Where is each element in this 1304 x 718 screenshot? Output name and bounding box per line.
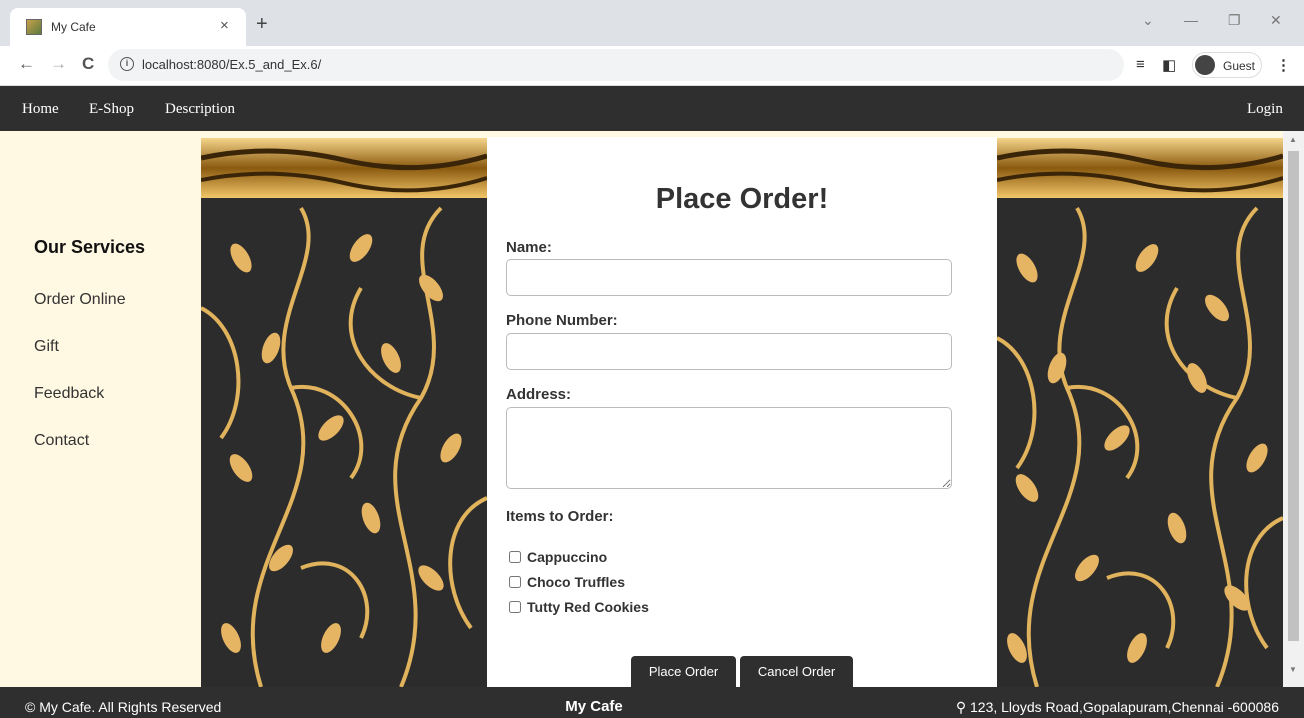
address-bar[interactable]: i localhost:8080/Ex.5_and_Ex.6/ bbox=[108, 49, 1124, 81]
choco-truffles-label: Choco Truffles bbox=[527, 574, 626, 590]
profile-label: Guest bbox=[1223, 59, 1256, 73]
order-form: Place Order! Name: Phone Number: Address… bbox=[487, 137, 997, 687]
scroll-thumb[interactable] bbox=[1288, 151, 1299, 641]
footer-address-wrap: ⚲ 123, Lloyds Road,Gopalapuram,Chennai -… bbox=[956, 699, 1279, 716]
choco-truffles-checkbox[interactable] bbox=[509, 576, 521, 588]
favicon-icon bbox=[26, 19, 42, 35]
gold-vine-pattern-right bbox=[997, 138, 1283, 687]
footer-address: 123, Lloyds Road,Gopalapuram,Chennai -60… bbox=[970, 699, 1279, 715]
menu-icon[interactable]: ⋮ bbox=[1276, 56, 1291, 74]
items-label: Items to Order: bbox=[506, 508, 614, 525]
page-content: Our Services Order Online Gift Feedback … bbox=[0, 131, 1304, 687]
tab-close-icon[interactable]: × bbox=[220, 17, 229, 34]
address-label: Address: bbox=[506, 386, 572, 403]
info-icon[interactable]: i bbox=[120, 57, 134, 71]
minimize-icon[interactable]: — bbox=[1184, 12, 1198, 28]
nav-login[interactable]: Login bbox=[1247, 101, 1283, 118]
forward-icon[interactable]: → bbox=[50, 54, 67, 74]
restore-icon[interactable]: ❐ bbox=[1228, 12, 1241, 29]
nav-description[interactable]: Description bbox=[165, 101, 235, 118]
site-footer: © My Cafe. All Rights Reserved My Cafe ⚲… bbox=[0, 687, 1304, 718]
name-label: Name: bbox=[506, 239, 552, 256]
browser-tabstrip: My Cafe × + ⌄ — ❐ ✕ bbox=[0, 0, 1304, 46]
services-sidebar: Our Services Order Online Gift Feedback … bbox=[14, 131, 201, 687]
reading-list-icon[interactable]: ≡ bbox=[1136, 56, 1145, 73]
sidebar-heading: Our Services bbox=[34, 237, 146, 257]
side-panel-icon[interactable]: ◧ bbox=[1162, 56, 1176, 74]
close-window-icon[interactable]: ✕ bbox=[1270, 12, 1282, 29]
item-choco-truffles[interactable]: Choco Truffles bbox=[509, 574, 625, 590]
cancel-order-button[interactable]: Cancel Order bbox=[740, 656, 853, 687]
profile-button[interactable]: Guest bbox=[1192, 52, 1262, 78]
browser-tab[interactable]: My Cafe × bbox=[10, 8, 246, 46]
sidebar-item-order-online[interactable]: Order Online bbox=[34, 291, 126, 309]
map-pin-icon: ⚲ bbox=[955, 699, 970, 715]
site-navbar: Home E-Shop Description Login bbox=[0, 86, 1304, 131]
cappuccino-checkbox[interactable] bbox=[509, 551, 521, 563]
scroll-up-icon[interactable]: ▲ bbox=[1289, 135, 1297, 144]
nav-home[interactable]: Home bbox=[22, 101, 59, 118]
item-cappuccino[interactable]: Cappuccino bbox=[509, 549, 607, 565]
browser-toolbar: ← → C i localhost:8080/Ex.5_and_Ex.6/ ≡ … bbox=[0, 46, 1304, 86]
sidebar-item-contact[interactable]: Contact bbox=[34, 432, 89, 450]
tab-title: My Cafe bbox=[51, 20, 96, 34]
back-icon[interactable]: ← bbox=[18, 54, 35, 74]
name-input[interactable] bbox=[506, 259, 952, 296]
form-title: Place Order! bbox=[655, 183, 829, 215]
cappuccino-label: Cappuccino bbox=[527, 549, 608, 565]
avatar-icon bbox=[1195, 55, 1215, 75]
gold-vine-pattern-left bbox=[201, 138, 487, 687]
url-text[interactable]: localhost:8080/Ex.5_and_Ex.6/ bbox=[142, 57, 321, 72]
new-tab-icon[interactable]: + bbox=[256, 14, 268, 34]
address-textarea[interactable] bbox=[506, 407, 952, 489]
scroll-down-icon[interactable]: ▼ bbox=[1289, 665, 1297, 674]
tutty-red-cookies-checkbox[interactable] bbox=[509, 601, 521, 613]
phone-input[interactable] bbox=[506, 333, 952, 370]
decorative-panel-right bbox=[997, 138, 1283, 687]
tutty-red-cookies-label: Tutty Red Cookies bbox=[527, 599, 649, 615]
item-tutty-red-cookies[interactable]: Tutty Red Cookies bbox=[509, 599, 649, 615]
sidebar-item-feedback[interactable]: Feedback bbox=[34, 385, 104, 403]
tab-search-icon[interactable]: ⌄ bbox=[1142, 12, 1154, 29]
place-order-button[interactable]: Place Order bbox=[631, 656, 736, 687]
page-scrollbar[interactable]: ▲ ▼ bbox=[1283, 131, 1304, 687]
decorative-panel-left bbox=[201, 138, 487, 687]
phone-label: Phone Number: bbox=[506, 312, 618, 329]
nav-eshop[interactable]: E-Shop bbox=[89, 101, 134, 118]
sidebar-item-gift[interactable]: Gift bbox=[34, 338, 59, 356]
reload-icon[interactable]: C bbox=[82, 54, 94, 74]
